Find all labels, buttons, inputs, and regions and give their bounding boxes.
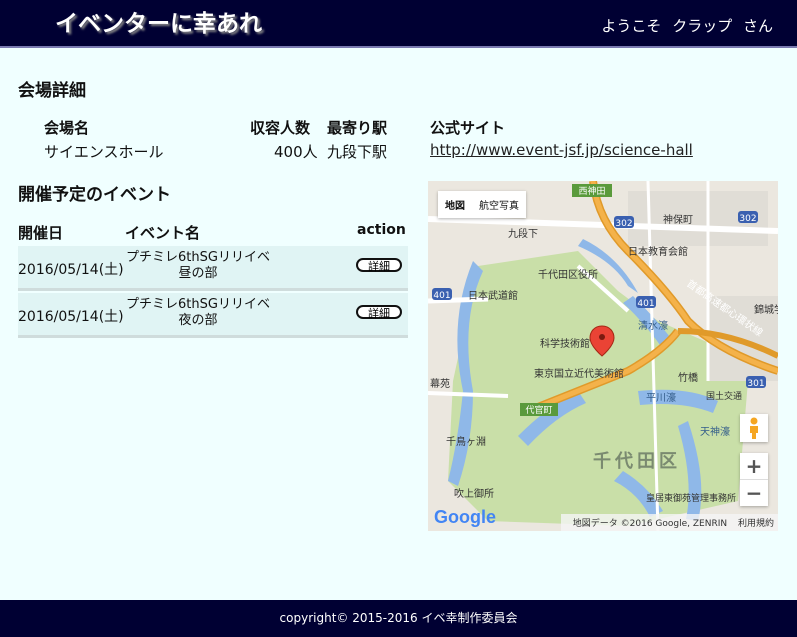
route-301-label: 301	[747, 379, 764, 389]
event-name-line2: 夜の部	[178, 313, 218, 328]
events-section-title: 開催予定のイベント	[18, 185, 171, 205]
zoom-out-button[interactable]: −	[740, 479, 768, 506]
chiyoda-office-label: 千代田区役所	[538, 268, 598, 281]
venue-station: 九段下駅	[327, 143, 388, 161]
science-museum-label: 科学技術館	[540, 337, 590, 350]
welcome-text: ようこそ	[601, 17, 662, 35]
venue-capacity: 400人	[274, 143, 318, 161]
google-logo: Google	[434, 507, 496, 527]
district-label: 錦城学	[754, 303, 778, 316]
chidorigafuchi-label: 千鳥ヶ淵	[446, 435, 486, 448]
venue-section-title: 会場詳細	[18, 81, 86, 101]
budokan-label: 日本武道館	[468, 289, 518, 302]
event-date: 2016/05/14(土)	[18, 309, 124, 325]
takebashi-label: 竹橋	[678, 371, 698, 384]
event-name-line1: プチミレ6thSGリリイベ	[126, 250, 270, 265]
event-name-header: イベント名	[125, 224, 201, 242]
honorific: さん	[742, 17, 773, 35]
capacity-header: 収容人数	[250, 119, 311, 137]
ministry-label: 国土交通	[706, 390, 742, 402]
event-name: プチミレ6thSGリリイベ 夜の部	[123, 297, 273, 329]
event-detail-button[interactable]: 詳細	[356, 305, 402, 320]
park-label: 幕苑	[430, 377, 450, 390]
map-canvas[interactable]: 302 302 401 401 301 西神田 代官町 神保町 九段下 日本教育…	[428, 181, 778, 531]
zoom-in-button[interactable]: +	[740, 453, 768, 479]
shimizubori-label: 清水濠	[638, 319, 668, 332]
zoom-controls: + −	[740, 453, 768, 506]
event-row: 2016/05/14(土) プチミレ6thSGリリイベ 昼の部 詳細	[18, 246, 408, 291]
event-row: 2016/05/14(土) プチミレ6thSGリリイベ 夜の部 詳細	[18, 293, 408, 338]
tenjinbori-label: 天神濠	[700, 425, 730, 438]
user-name[interactable]: クラップ	[672, 17, 732, 35]
date-header: 開催日	[18, 224, 64, 242]
map-type-toggle: 地図 航空写真	[438, 191, 526, 218]
route-401-label: 401	[433, 291, 450, 301]
site-header: イベンターに幸あれ ようこそ クラップ さん	[0, 0, 797, 48]
site-title[interactable]: イベンターに幸あれ	[55, 4, 262, 38]
event-date: 2016/05/14(土)	[18, 262, 124, 278]
venue-name: サイエンスホール	[44, 143, 164, 161]
daikancho-label: 代官町	[525, 404, 552, 416]
venue-name-header: 会場名	[44, 119, 90, 137]
map-attribution: 地図データ ©2016 Google, ZENRIN 利用規約	[560, 514, 778, 531]
event-name-line2: 昼の部	[178, 266, 218, 281]
kudanshita-label: 九段下	[508, 227, 538, 240]
route-302-label: 302	[615, 219, 632, 229]
map-data-credit: 地図データ ©2016 Google, ZENRIN	[572, 519, 728, 529]
fukiage-label: 吹上御所	[454, 487, 494, 500]
official-site-link[interactable]: http://www.event-jsf.jp/science-hall	[430, 141, 693, 159]
station-header: 最寄り駅	[327, 119, 388, 137]
map-terms-link[interactable]: 利用規約	[738, 519, 774, 529]
event-name: プチミレ6thSGリリイベ 昼の部	[123, 250, 273, 282]
map-type-map-button[interactable]: 地図	[438, 191, 472, 218]
nishi-kanda-label: 西神田	[578, 185, 605, 197]
event-name-line1: プチミレ6thSGリリイベ	[126, 297, 270, 312]
hirakawa-label: 平川濠	[646, 391, 676, 404]
copyright-text: copyright© 2015-2016 イベ幸制作委員会	[279, 611, 518, 625]
route-302-label-2: 302	[739, 214, 756, 224]
welcome-message: ようこそ クラップ さん	[595, 15, 773, 36]
street-view-icon[interactable]	[740, 414, 768, 442]
nihon-kyoiku-label: 日本教育会館	[628, 245, 688, 258]
jimbocho-label: 神保町	[663, 213, 693, 226]
route-401-label-2: 401	[637, 299, 654, 309]
site-footer: copyright© 2015-2016 イベ幸制作委員会	[0, 600, 797, 637]
venue-map[interactable]: 302 302 401 401 301 西神田 代官町 神保町 九段下 日本教育…	[428, 181, 778, 531]
modern-art-museum-label: 東京国立近代美術館	[534, 367, 624, 380]
map-type-satellite-button[interactable]: 航空写真	[472, 191, 526, 218]
site-header-label: 公式サイト	[430, 119, 506, 137]
chiyoda-ward-label: 千代田区	[593, 451, 681, 472]
higashi-gyoen-label: 皇居東御苑管理事務所	[646, 492, 736, 504]
event-detail-button[interactable]: 詳細	[356, 258, 402, 273]
action-header: action	[357, 222, 406, 238]
